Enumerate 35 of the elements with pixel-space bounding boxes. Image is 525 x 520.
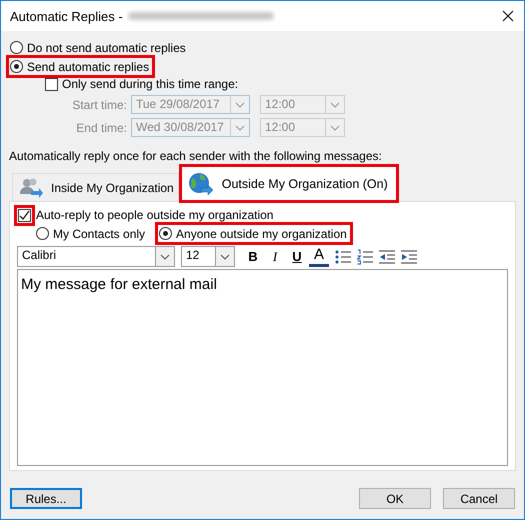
- tab[interactable]: Inside My Organization: [12, 173, 179, 201]
- checkbox-option[interactable]: Only send during this time range:: [45, 77, 238, 91]
- caret-icon: [235, 124, 245, 130]
- field-label: Start time:: [71, 98, 128, 112]
- decrease-indent-icon[interactable]: [379, 248, 395, 264]
- bullet-list-icon[interactable]: [335, 248, 351, 264]
- caret-icon: [330, 124, 340, 130]
- increase-indent-icon[interactable]: [401, 248, 417, 264]
- caret-icon: [330, 102, 340, 108]
- globe-icon: [188, 172, 214, 196]
- size-dropdown[interactable]: 12: [181, 246, 235, 267]
- checkbox-option[interactable]: Auto-reply to people outside my organization: [18, 208, 274, 222]
- underline-button[interactable]: U: [287, 246, 307, 266]
- numbered-list-icon[interactable]: [357, 248, 373, 264]
- caret-icon: [235, 102, 245, 108]
- field-label: End time:: [75, 120, 128, 134]
- dialog-button[interactable]: Rules...: [10, 488, 82, 509]
- font-color-button[interactable]: A: [309, 246, 329, 266]
- italic-button[interactable]: I: [265, 246, 285, 266]
- radio-option[interactable]: Anyone outside my organization: [155, 222, 353, 245]
- font-dropdown[interactable]: Calibri: [17, 246, 175, 267]
- people-icon: [19, 176, 43, 198]
- tab[interactable]: Outside My Organization (On): [178, 164, 399, 203]
- window-title: Automatic Replies -: [10, 8, 123, 24]
- caret-icon: [160, 254, 170, 260]
- radio-option[interactable]: My Contacts only: [32, 222, 152, 245]
- dialog-button[interactable]: OK: [359, 488, 431, 509]
- close-icon[interactable]: [502, 10, 514, 22]
- section-label: Automatically reply once for each sender with the following messages:: [9, 149, 383, 163]
- radio-option[interactable]: Send automatic replies: [6, 55, 156, 78]
- bold-button[interactable]: B: [243, 246, 263, 266]
- checkbox[interactable]: [18, 208, 31, 222]
- caret-icon: [220, 254, 230, 260]
- dialog-button[interactable]: Cancel: [443, 488, 515, 509]
- message-editor[interactable]: My message for external mail: [17, 269, 508, 466]
